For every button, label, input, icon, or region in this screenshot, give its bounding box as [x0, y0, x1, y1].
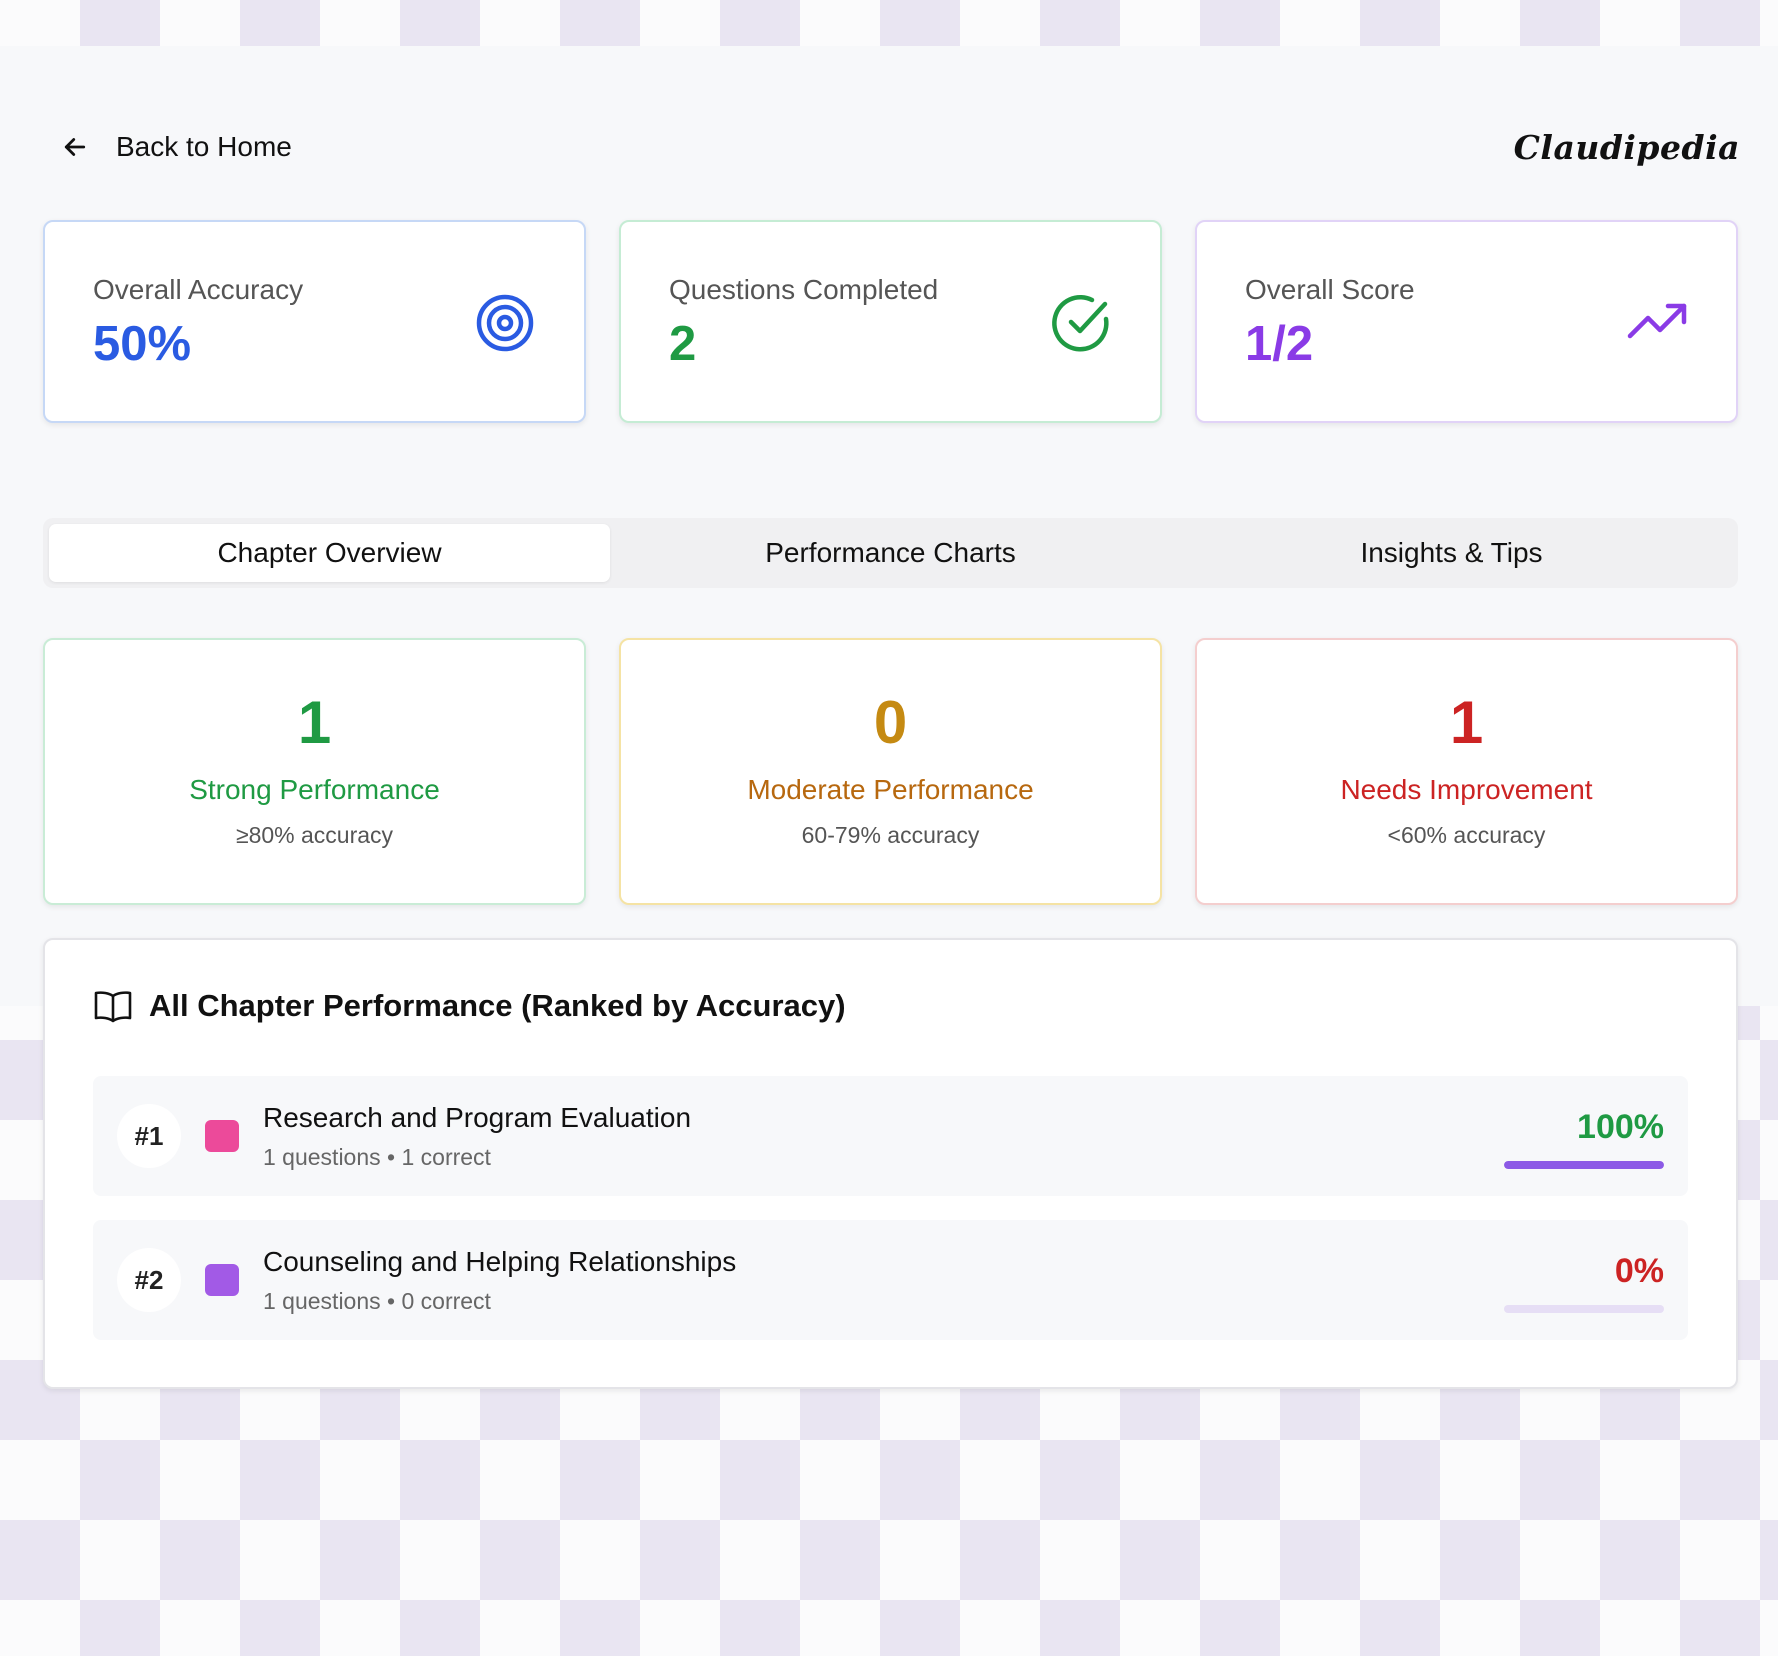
- header: Back to Home Claudipedia: [60, 124, 1740, 170]
- chapter-info: Research and Program Evaluation 1 questi…: [263, 1102, 691, 1171]
- accuracy-bar: [1504, 1305, 1664, 1313]
- performance-title: Moderate Performance: [747, 774, 1034, 805]
- panel-title: All Chapter Performance (Ranked by Accur…: [149, 988, 846, 1023]
- strong-performance-card: 1 Strong Performance ≥80% accuracy: [43, 638, 586, 905]
- stat-label: Overall Accuracy: [93, 274, 304, 305]
- brand-logo: Claudipedia: [1513, 127, 1740, 167]
- chapter-color-swatch: [205, 1264, 239, 1296]
- chapter-name: Counseling and Helping Relationships: [263, 1245, 737, 1277]
- chapter-score: 100%: [1504, 1108, 1664, 1169]
- check-circle-icon: [1052, 295, 1109, 352]
- tab-insights-tips[interactable]: Insights & Tips: [1171, 524, 1732, 582]
- performance-title: Needs Improvement: [1340, 774, 1593, 805]
- performance-title: Strong Performance: [189, 774, 440, 805]
- list-item[interactable]: #1 Research and Program Evaluation 1 que…: [93, 1076, 1688, 1196]
- chapter-meta: 1 questions • 0 correct: [263, 1287, 491, 1314]
- needs-improvement-card: 1 Needs Improvement <60% accuracy: [1195, 638, 1738, 905]
- arrow-left-icon: [64, 138, 86, 156]
- stat-value: 2: [669, 317, 697, 371]
- moderate-performance-card: 0 Moderate Performance 60-79% accuracy: [619, 638, 1162, 905]
- performance-subtitle: ≥80% accuracy: [235, 822, 394, 848]
- accuracy-percent: 0%: [1614, 1252, 1664, 1290]
- tab-performance-charts[interactable]: Performance Charts: [610, 524, 1171, 582]
- overall-accuracy-card: Overall Accuracy 50%: [43, 220, 586, 423]
- trending-up-icon: [1627, 303, 1687, 339]
- panel-header: All Chapter Performance (Ranked by Accur…: [93, 986, 1688, 1026]
- overall-score-card: Overall Score 1/2: [1195, 220, 1738, 423]
- rank-badge: #1: [117, 1104, 181, 1168]
- book-open-icon: [94, 991, 132, 1023]
- app-window: Back to Home Claudipedia Overall Accurac…: [0, 46, 1778, 1389]
- stat-label: Overall Score: [1245, 274, 1415, 305]
- chapter-meta: 1 questions • 1 correct: [263, 1143, 491, 1170]
- accuracy-bar-fill: [1504, 1161, 1664, 1169]
- chapter-score: 0%: [1504, 1252, 1664, 1313]
- stat-label: Questions Completed: [669, 274, 939, 305]
- rank-badge: #2: [117, 1248, 181, 1312]
- performance-count: 1: [297, 689, 332, 756]
- chapter-list: #1 Research and Program Evaluation 1 que…: [93, 1076, 1688, 1340]
- performance-subtitle: <60% accuracy: [1387, 822, 1546, 848]
- stat-value: 1/2: [1245, 317, 1314, 371]
- list-item[interactable]: #2 Counseling and Helping Relationships …: [93, 1220, 1688, 1340]
- tab-bar: Chapter Overview Performance Charts Insi…: [43, 518, 1738, 588]
- target-icon: [476, 294, 534, 352]
- performance-count: 1: [1449, 689, 1484, 756]
- chapter-color-swatch: [205, 1120, 239, 1152]
- performance-count: 0: [873, 689, 908, 756]
- stat-value: 50%: [93, 317, 192, 371]
- chapter-info: Counseling and Helping Relationships 1 q…: [263, 1246, 736, 1315]
- questions-completed-card: Questions Completed 2: [619, 220, 1162, 423]
- back-to-home-link[interactable]: Back to Home: [60, 131, 292, 163]
- accuracy-bar: [1504, 1161, 1664, 1169]
- performance-subtitle: 60-79% accuracy: [801, 822, 980, 848]
- accuracy-percent: 100%: [1577, 1108, 1664, 1146]
- back-label: Back to Home: [116, 131, 292, 162]
- chapter-name: Research and Program Evaluation: [263, 1101, 692, 1133]
- chapter-performance-panel: All Chapter Performance (Ranked by Accur…: [43, 938, 1738, 1389]
- tab-chapter-overview[interactable]: Chapter Overview: [49, 524, 610, 582]
